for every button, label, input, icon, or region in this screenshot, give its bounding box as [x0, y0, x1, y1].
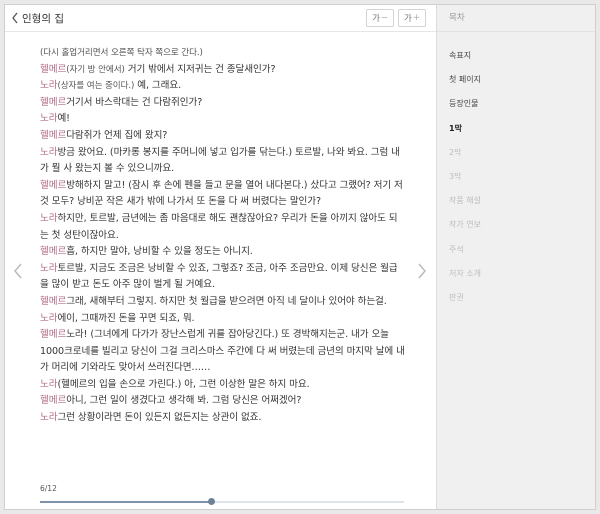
chevron-right-icon	[418, 263, 426, 279]
font-increase-button[interactable]: 가 +	[398, 9, 426, 27]
line-text: 하지만, 토르발, 금년에는 좀 마음대로 해도 괜찮잖아요? 우리가 돈을 아…	[40, 212, 398, 241]
font-decrease-label: 가	[372, 14, 380, 24]
speaker-name: 헬메르	[40, 129, 67, 141]
page-progress-label: 6/12	[40, 484, 57, 493]
speaker-name: 노라	[40, 146, 58, 158]
line-text: (헬메르의 입을 손으로 가린다.) 아, 그런 이상한 말은 하지 마요.	[57, 378, 310, 390]
toc-item[interactable]: 3막	[437, 165, 595, 189]
reader-toolbar: 인형의 집 가 − 가 +	[5, 5, 436, 32]
speaker-name: 헬메르	[40, 295, 67, 307]
speaker-name: 노라	[40, 378, 58, 390]
font-decrease-button[interactable]: 가 −	[366, 9, 395, 27]
dialogue-line: (다시 홀업거리면서 오른쪽 탁자 쪽으로 간다.)	[40, 45, 406, 62]
line-text: 다람쥐가 언제 집에 왔지?	[66, 129, 168, 141]
speaker-name: 헬메르	[40, 395, 67, 407]
toc-item[interactable]: 작품 해설	[437, 189, 595, 213]
dialogue-line: 노라예!	[40, 111, 406, 128]
font-size-controls: 가 − 가 +	[366, 9, 426, 27]
speaker-name: 헬메르	[40, 246, 67, 258]
dialogue-line: 헬메르다람쥐가 언제 집에 왔지?	[40, 128, 406, 145]
line-text: 방금 왔어요. (마카롱 봉지를 주머니에 넣고 입가를 닦는다.) 토르발, …	[40, 146, 400, 175]
line-text: 방해하지 말고! (잠시 후 손에 펜을 들고 문을 열어 내다본다.) 샀다고…	[40, 179, 403, 208]
dialogue-line: 헬메르흠, 하지만 말야, 낭비할 수 있을 정도는 아니지.	[40, 244, 406, 261]
dialogue-line: 노라그런 상황이라면 돈이 있든지 없든지는 상관이 없죠.	[40, 410, 406, 427]
prev-page-button[interactable]	[12, 262, 24, 280]
speaker-name: 노라	[40, 113, 58, 125]
speaker-name: 헬메르	[40, 329, 67, 341]
reading-area: (다시 홀업거리면서 오른쪽 탁자 쪽으로 간다.) 헬메르(자기 방 안에서) …	[5, 32, 436, 509]
toc-item[interactable]: 저자 소개	[437, 262, 595, 286]
reader-window: 인형의 집 가 − 가 + (다시 홀업거리면서 오른쪽 탁자 쪽으로 간다.) 헬메…	[4, 4, 596, 510]
progress-handle[interactable]	[208, 498, 216, 505]
speaker-name: 헬메르	[40, 96, 67, 108]
line-text: 그런 상황이라면 돈이 있든지 없든지는 상관이 없죠.	[57, 412, 262, 424]
line-text: 예, 그래요.	[134, 80, 182, 92]
dialogue-line: 노라(헬메르의 입을 손으로 가린다.) 아, 그런 이상한 말은 하지 마요.	[40, 377, 406, 394]
speaker-name: 헬메르	[40, 63, 67, 75]
speaker-name: 노라	[40, 412, 58, 424]
minus-icon: −	[380, 13, 389, 23]
line-text: 토르발, 지금도 조금은 낭비할 수 있죠, 그렇죠? 조금, 아주 조금만요.…	[40, 262, 398, 291]
toc-item[interactable]: 속표지	[437, 44, 595, 68]
toc-heading: 목차	[437, 5, 595, 32]
line-text: 그래, 새해부터 그렇지. 하지만 첫 월급을 받으려면 아직 네 달이나 있어…	[66, 295, 387, 307]
speaker-name: 노라	[40, 80, 58, 92]
dialogue-line: 노라하지만, 토르발, 금년에는 좀 마음대로 해도 괜찮잖아요? 우리가 돈을…	[40, 211, 406, 244]
chevron-left-icon	[12, 12, 18, 24]
speaker-name: 노라	[40, 262, 58, 274]
page-progress: 6/12	[40, 484, 404, 505]
line-text: 흠, 하지만 말야, 낭비할 수 있을 정도는 아니지.	[66, 246, 253, 258]
next-page-button[interactable]	[416, 262, 428, 280]
font-increase-label: 가	[404, 14, 412, 24]
speaker-name: 헬메르	[40, 179, 67, 191]
progress-track[interactable]	[40, 498, 404, 505]
plus-icon: +	[412, 13, 420, 23]
toc-item[interactable]: 판권	[437, 286, 595, 310]
toc-sidebar: 목차 속표지 첫 페이지 등장인물 1막 2막 3막 작품 해설 작가 연보 주석 저자 소개 판권	[436, 5, 595, 509]
book-title: 인형의 집	[22, 12, 64, 25]
chevron-left-icon	[14, 263, 22, 279]
line-text: 거기 밖에서 지저귀는 건 종달새인가?	[124, 63, 276, 75]
dialogue-line: 헬메르아니, 그런 일이 생겼다고 생각해 봐. 그럼 당신은 어쩌겠어?	[40, 393, 406, 410]
dialogue-line: 노라토르발, 지금도 조금은 낭비할 수 있죠, 그렇죠? 조금, 아주 조금만…	[40, 261, 406, 294]
line-text: 에이, 그때까진 돈을 꾸면 되죠, 뭐.	[57, 312, 195, 324]
toc-item[interactable]: 1막	[437, 117, 595, 141]
toc-item[interactable]: 등장인물	[437, 92, 595, 116]
toc-item[interactable]: 첫 페이지	[437, 68, 595, 92]
toc-item[interactable]: 2막	[437, 141, 595, 165]
page-text: (다시 홀업거리면서 오른쪽 탁자 쪽으로 간다.) 헬메르(자기 방 안에서) …	[40, 45, 406, 427]
toc-item[interactable]: 작가 연보	[437, 213, 595, 237]
dialogue-line: 헬메르방해하지 말고! (잠시 후 손에 펜을 들고 문을 열어 내다본다.) …	[40, 178, 406, 211]
dialogue-line: 노라(상자를 여는 중이다.) 예, 그래요.	[40, 78, 406, 95]
stage-direction: (상자를 여는 중이다.)	[57, 81, 135, 92]
dialogue-line: 노라에이, 그때까진 돈을 꾸면 되죠, 뭐.	[40, 311, 406, 328]
toc-list: 속표지 첫 페이지 등장인물 1막 2막 3막 작품 해설 작가 연보 주석 저자 소개 판권	[437, 44, 595, 310]
dialogue-line: 헬메르거기서 바스락대는 건 다람쥐인가?	[40, 95, 406, 112]
line-text: 거기서 바스락대는 건 다람쥐인가?	[66, 96, 203, 108]
dialogue-line: 노라방금 왔어요. (마카롱 봉지를 주머니에 넣고 입가를 닦는다.) 토르발…	[40, 145, 406, 178]
line-text: 아니, 그런 일이 생겼다고 생각해 봐. 그럼 당신은 어쩌겠어?	[66, 395, 302, 407]
back-button[interactable]: 인형의 집	[11, 10, 64, 26]
speaker-name: 노라	[40, 312, 58, 324]
dialogue-line: 헬메르노라! (그녀에게 다가가 장난스럽게 귀를 잡아당긴다.) 또 경박해지…	[40, 327, 406, 377]
line-text: 노라! (그녀에게 다가가 장난스럽게 귀를 잡아당긴다.) 또 경박해지는군.…	[40, 329, 405, 374]
speaker-name: 노라	[40, 212, 58, 224]
dialogue-line: 헬메르(자기 방 안에서) 거기 밖에서 지저귀는 건 종달새인가?	[40, 62, 406, 79]
progress-fill	[40, 501, 212, 503]
line-text: 예!	[57, 113, 70, 125]
stage-direction: (자기 방 안에서)	[66, 64, 125, 75]
stage-direction: (다시 홀업거리면서 오른쪽 탁자 쪽으로 간다.)	[40, 48, 203, 58]
toc-item[interactable]: 주석	[437, 238, 595, 262]
dialogue-line: 헬메르그래, 새해부터 그렇지. 하지만 첫 월급을 받으려면 아직 네 달이나…	[40, 294, 406, 311]
